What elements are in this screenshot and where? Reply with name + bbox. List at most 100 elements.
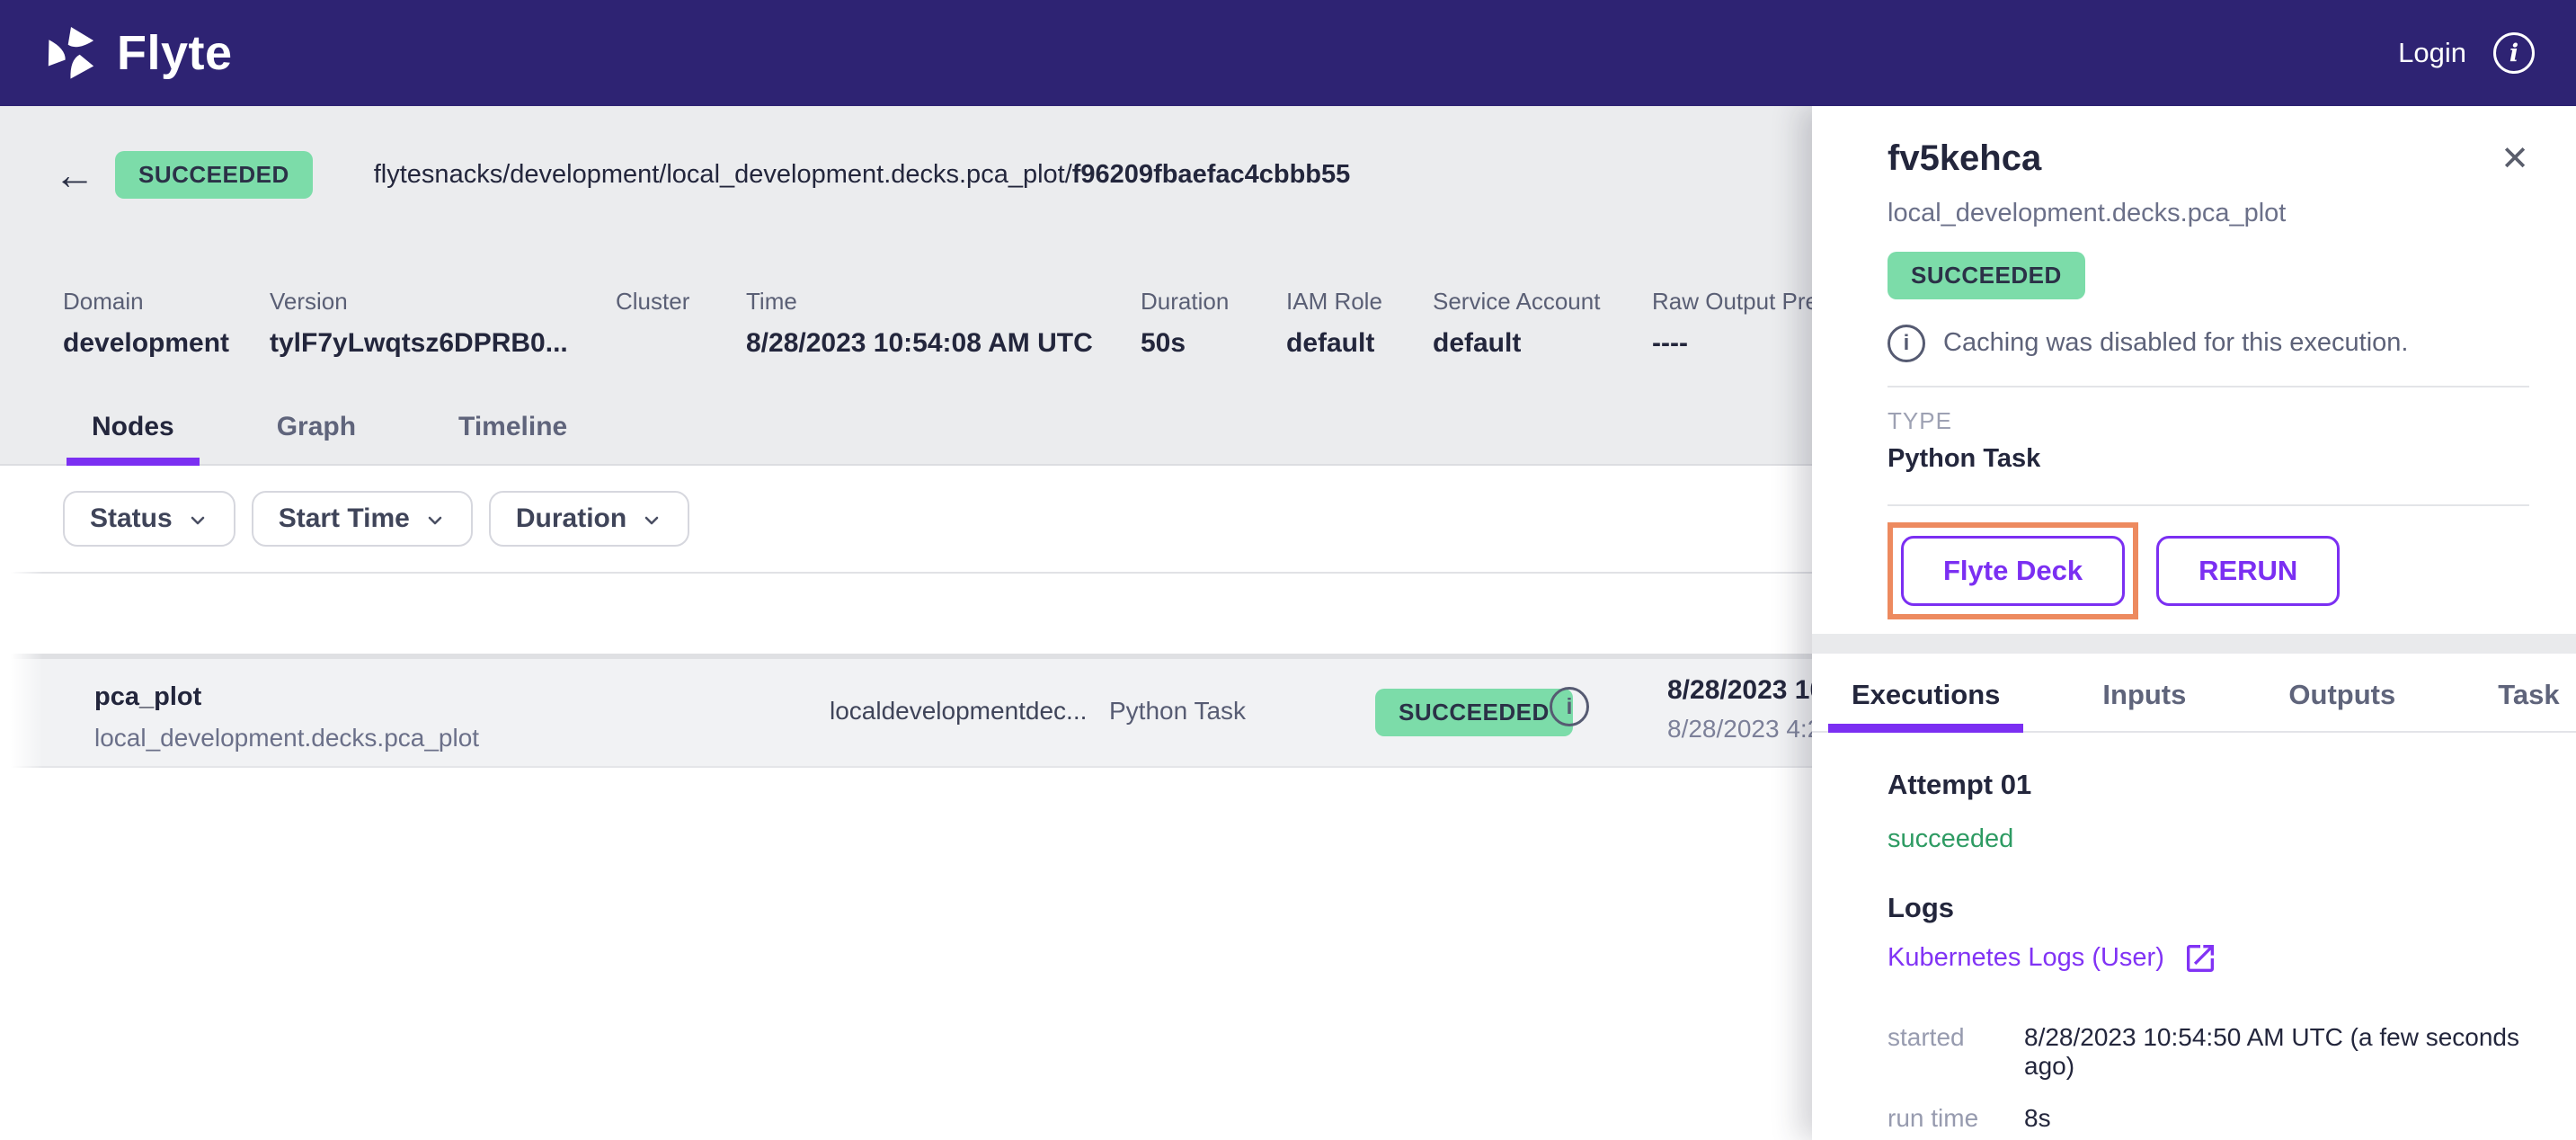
chevron-down-icon [424, 510, 446, 531]
filter-status[interactable]: Status [63, 491, 235, 547]
breadcrumb: ← SUCCEEDED flytesnacks/development/loca… [54, 151, 1350, 199]
flyte-deck-button[interactable]: Flyte Deck [1901, 536, 2125, 606]
login-button[interactable]: Login [2398, 37, 2466, 69]
tab-label: Nodes [92, 412, 174, 441]
execution-id: f96209fbaefac4cbbb55 [1072, 160, 1351, 189]
tab-nodes[interactable]: Nodes [67, 412, 200, 466]
tab-timeline[interactable]: Timeline [433, 412, 592, 466]
filter-label: Status [90, 503, 173, 534]
chevron-down-icon [641, 510, 662, 531]
filter-start-time[interactable]: Start Time [252, 491, 473, 547]
detail-value: 8s [2024, 1104, 2051, 1133]
tab-label: Graph [277, 412, 356, 441]
detail-started: started 8/28/2023 10:54:50 AM UTC (a few… [1888, 1023, 2529, 1081]
logs-title: Logs [1888, 892, 2529, 924]
meta-value [616, 328, 746, 361]
node-fqn: local_development.decks.pca_plot [94, 724, 479, 753]
tab-label: Outputs [2288, 679, 2395, 710]
panel-tabs: Executions Inputs Outputs Task [1812, 654, 2576, 733]
panel-status-badge: SUCCEEDED [1888, 252, 2085, 299]
execution-path: flytesnacks/development/local_developmen… [374, 160, 1351, 190]
detail-label: started [1888, 1023, 2024, 1081]
app-info-icon[interactable]: i [2493, 32, 2535, 74]
node-name: pca_plot [94, 682, 201, 712]
panel-title: fv5kehca [1888, 138, 2041, 179]
external-link-icon [2182, 940, 2218, 976]
panel-content: fv5kehca ✕ local_development.decks.pca_p… [1812, 106, 2576, 1140]
panel-header: fv5kehca ✕ [1888, 138, 2529, 179]
rerun-button[interactable]: RERUN [2156, 536, 2340, 606]
attempt-status: succeeded [1888, 824, 2529, 854]
node-detail-panel: fv5kehca ✕ local_development.decks.pca_p… [1812, 106, 2576, 1140]
flyte-deck-highlight-box: Flyte Deck [1888, 522, 2138, 619]
panel-divider [1888, 386, 2529, 387]
view-tabs: Nodes Graph Timeline [67, 412, 592, 466]
caching-note-row: i Caching was disabled for this executio… [1888, 325, 2529, 362]
node-status-badge: SUCCEEDED [1375, 689, 1573, 736]
meta-value: 8/28/2023 10:54:08 AM UTC [746, 328, 1141, 361]
meta-domain: Domain development [63, 288, 270, 361]
node-info-icon[interactable]: i [1550, 687, 1589, 726]
panel-actions: Flyte Deck RERUN [1888, 522, 2529, 619]
brand-name: Flyte [117, 25, 233, 81]
node-start-time: 8/28/2023 10 [1667, 675, 1825, 706]
info-letter: i [2509, 40, 2518, 67]
attempt-title: Attempt 01 [1888, 769, 2529, 801]
flyte-console-screen: Flyte Login i ← SUCCEEDED flytesnacks/de… [0, 0, 2576, 1140]
tab-graph[interactable]: Graph [252, 412, 381, 466]
panel-subtitle: local_development.decks.pca_plot [1888, 199, 2529, 228]
flyte-brand[interactable]: Flyte [41, 23, 233, 83]
tab-label: Timeline [458, 412, 567, 441]
meta-label: IAM Role [1286, 288, 1433, 316]
flyte-logo-icon [41, 23, 101, 83]
meta-value: default [1286, 328, 1433, 361]
meta-value: development [63, 328, 270, 361]
panel-divider [1888, 504, 2529, 506]
meta-label: Duration [1141, 288, 1286, 316]
attempt-details: started 8/28/2023 10:54:50 AM UTC (a few… [1888, 1023, 2529, 1133]
active-tab-indicator [67, 458, 200, 466]
tab-inputs[interactable]: Inputs [2079, 654, 2209, 731]
close-panel-icon[interactable]: ✕ [2500, 138, 2529, 176]
meta-service-account: Service Account default [1433, 288, 1652, 361]
type-value: Python Task [1888, 444, 2529, 474]
meta-value: tylF7yLwqtsz6DPRB0... [270, 328, 616, 361]
meta-version: Version tylF7yLwqtsz6DPRB0... [270, 288, 616, 361]
tab-outputs[interactable]: Outputs [2265, 654, 2419, 731]
panel-section-divider [1812, 634, 2576, 654]
meta-time: Time 8/28/2023 10:54:08 AM UTC [746, 288, 1141, 361]
tab-label: Executions [1852, 679, 2000, 710]
kubernetes-logs-link[interactable]: Kubernetes Logs (User) [1888, 940, 2529, 976]
meta-iam-role: IAM Role default [1286, 288, 1433, 361]
meta-label: Time [746, 288, 1141, 316]
node-task-type: Python Task [1109, 697, 1246, 726]
detail-run-time: run time 8s [1888, 1104, 2529, 1133]
filter-label: Start Time [279, 503, 410, 534]
meta-value: default [1433, 328, 1652, 361]
path-prefix: flytesnacks/development/local_developmen… [374, 160, 1072, 189]
execution-status-badge: SUCCEEDED [115, 151, 313, 199]
content-area: ← SUCCEEDED flytesnacks/development/loca… [0, 106, 2576, 1140]
active-tab-indicator [1828, 724, 2023, 733]
tab-label: Inputs [2102, 679, 2186, 710]
info-letter: i [1904, 331, 1910, 356]
info-letter: i [1567, 694, 1573, 720]
detail-label: run time [1888, 1104, 2024, 1133]
tab-label: Task [2498, 679, 2559, 710]
tab-task[interactable]: Task [2474, 654, 2576, 731]
top-navbar: Flyte Login i [0, 0, 2576, 106]
meta-value: 50s [1141, 328, 1286, 361]
tab-executions[interactable]: Executions [1828, 654, 2023, 731]
node-log-name: localdevelopmentdec... [830, 697, 1087, 726]
chevron-down-icon [187, 510, 209, 531]
detail-value: 8/28/2023 10:54:50 AM UTC (a few seconds… [2024, 1023, 2529, 1081]
meta-label: Cluster [616, 288, 746, 316]
caching-note: Caching was disabled for this execution. [1943, 328, 2408, 358]
meta-label: Version [270, 288, 616, 316]
filter-duration[interactable]: Duration [489, 491, 689, 547]
meta-label: Service Account [1433, 288, 1652, 316]
caching-info-icon: i [1888, 325, 1925, 362]
log-link-label: Kubernetes Logs (User) [1888, 943, 2164, 973]
meta-duration: Duration 50s [1141, 288, 1286, 361]
back-button[interactable]: ← [54, 154, 95, 195]
